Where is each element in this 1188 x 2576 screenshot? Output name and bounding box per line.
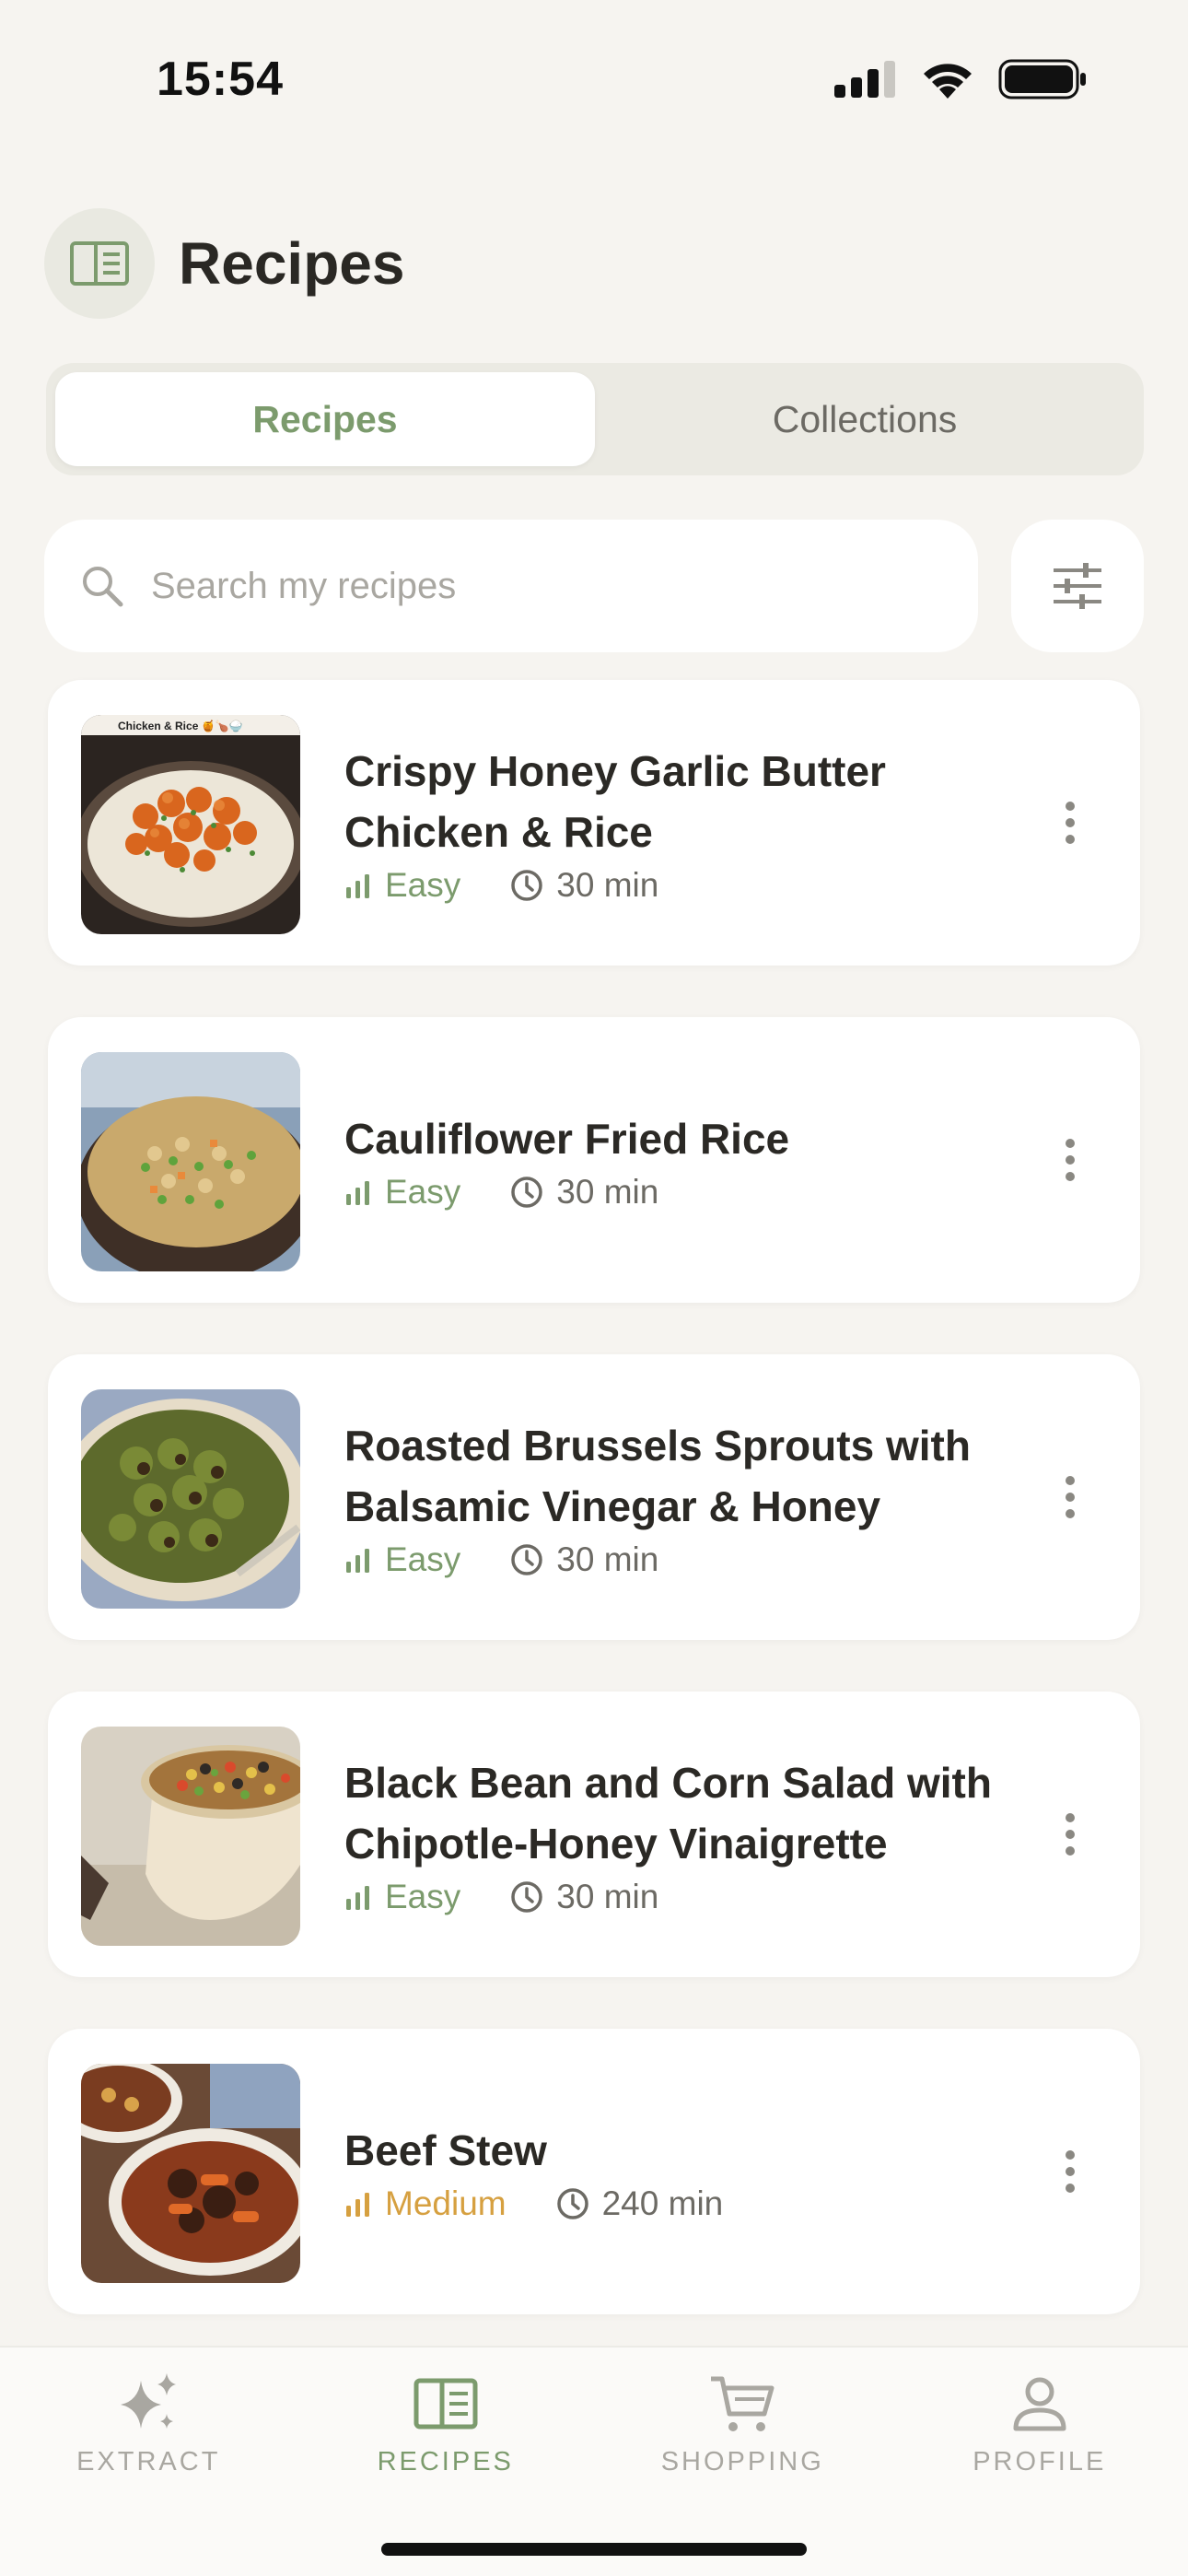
person-icon [1013, 2377, 1066, 2431]
tab-extract[interactable]: EXTRACT [0, 2348, 297, 2576]
difficulty-bars-icon [346, 1549, 369, 1573]
page-title: Recipes [179, 230, 405, 297]
sparkles-icon [121, 2373, 177, 2429]
clock-icon [511, 1177, 543, 1208]
time-label: 30 min [556, 1173, 659, 1211]
cook-time: 30 min [510, 1173, 658, 1212]
recipe-meta: Easy 30 min [344, 1540, 1002, 1579]
recipe-thumbnail: Chicken & Rice 🍯🍗🍚 [81, 715, 300, 934]
book-icon [413, 2378, 478, 2430]
cart-icon [711, 2376, 775, 2431]
difficulty: Easy [344, 866, 460, 905]
recipe-card-body: Beef Stew Medium 240 min [344, 2029, 1002, 2314]
recipes-screen: 15:54 Recipes Recipes Collections Search… [0, 0, 1188, 2576]
recipe-title: Cauliflower Fried Rice [344, 1115, 790, 1163]
recipe-card-body: Cauliflower Fried Rice Easy 30 min [344, 1017, 1002, 1303]
recipe-meta: Easy 30 min [344, 866, 1002, 905]
cook-time: 30 min [510, 866, 658, 905]
difficulty-bars-icon [346, 2193, 369, 2217]
segmented-control: Recipes Collections [46, 363, 1144, 475]
status-bar: 15:54 [0, 0, 1188, 166]
more-options-button[interactable] [1052, 2139, 1089, 2204]
more-vertical-icon [1066, 802, 1075, 844]
recipe-title: Beef Stew [344, 2126, 547, 2174]
recipe-card[interactable]: Cauliflower Fried Rice Easy 30 min [48, 1017, 1140, 1303]
difficulty: Medium [344, 2184, 507, 2223]
search-input[interactable]: Search my recipes [44, 520, 978, 652]
difficulty-label: Medium [385, 2184, 507, 2222]
recipe-card[interactable]: Roasted Brussels Sprouts with Balsamic V… [48, 1354, 1140, 1640]
recipe-card-body: Crispy Honey Garlic Butter Chicken & Ric… [344, 680, 1002, 966]
page-header: Recipes [44, 208, 404, 319]
status-time: 15:54 [157, 53, 284, 106]
recipe-title: Black Bean and Corn Salad with Chipotle-… [344, 1759, 992, 1868]
clock-icon [511, 1544, 543, 1575]
time-label: 30 min [556, 1540, 659, 1578]
recipe-meta: Medium 240 min [344, 2184, 1002, 2223]
difficulty-label: Easy [385, 1540, 461, 1578]
more-options-button[interactable] [1052, 1128, 1089, 1192]
time-label: 240 min [601, 2184, 724, 2222]
difficulty-label: Easy [385, 1878, 461, 1915]
recipe-title: Roasted Brussels Sprouts with Balsamic V… [344, 1422, 971, 1530]
recipe-thumbnail [81, 2064, 300, 2283]
battery-icon [998, 59, 1086, 100]
recipe-list: Chicken & Rice 🍯🍗🍚 Crispy Honey Garlic B… [48, 680, 1140, 2366]
clock-icon [556, 2188, 588, 2219]
sliders-icon [1054, 563, 1101, 609]
time-label: 30 min [556, 1878, 659, 1915]
tab-recipes-nav[interactable]: RECIPES [297, 2348, 595, 2576]
difficulty-bars-icon [346, 1886, 369, 1910]
difficulty-label: Easy [385, 1173, 461, 1211]
filter-button[interactable] [1011, 520, 1144, 652]
recipe-meta: Easy 30 min [344, 1173, 1002, 1212]
tab-profile[interactable]: PROFILE [891, 2348, 1188, 2576]
recipe-thumbnail [81, 1727, 300, 1946]
clock-icon [511, 870, 543, 901]
recipe-title: Crispy Honey Garlic Butter Chicken & Ric… [344, 747, 886, 856]
difficulty: Easy [344, 1173, 460, 1212]
more-options-button[interactable] [1052, 1465, 1089, 1529]
difficulty: Easy [344, 1540, 460, 1579]
difficulty: Easy [344, 1878, 460, 1916]
recipe-card-body: Black Bean and Corn Salad with Chipotle-… [344, 1692, 1002, 1977]
difficulty-bars-icon [346, 874, 369, 898]
cook-time: 30 min [510, 1878, 658, 1916]
book-icon [44, 208, 155, 319]
more-options-button[interactable] [1052, 1802, 1089, 1867]
tab-label: SHOPPING [660, 2447, 824, 2476]
difficulty-label: Easy [385, 866, 461, 904]
more-vertical-icon [1066, 1139, 1075, 1181]
recipe-thumbnail [81, 1389, 300, 1609]
search-icon [83, 567, 123, 607]
tab-bar: EXTRACT RECIPES SHOPPING PROFILE [0, 2346, 1188, 2576]
cook-time: 30 min [510, 1540, 658, 1579]
home-indicator [381, 2543, 807, 2556]
tab-recipes[interactable]: Recipes [55, 372, 595, 466]
more-vertical-icon [1066, 1476, 1075, 1518]
more-vertical-icon [1066, 1813, 1075, 1856]
recipe-meta: Easy 30 min [344, 1878, 1002, 1916]
recipe-card[interactable]: Chicken & Rice 🍯🍗🍚 Crispy Honey Garlic B… [48, 680, 1140, 966]
tab-label: PROFILE [973, 2447, 1107, 2476]
tab-label: RECIPES [377, 2447, 514, 2476]
recipe-card-body: Roasted Brussels Sprouts with Balsamic V… [344, 1354, 1002, 1640]
status-icons [834, 59, 1087, 100]
recipe-card[interactable]: Black Bean and Corn Salad with Chipotle-… [48, 1692, 1140, 1977]
cellular-signal-icon [834, 61, 895, 98]
thumbnail-caption: Chicken & Rice 🍯🍗🍚 [118, 720, 243, 732]
difficulty-bars-icon [346, 1181, 369, 1205]
recipe-card[interactable]: Beef Stew Medium 240 min [48, 2029, 1140, 2314]
tab-collections[interactable]: Collections [595, 372, 1135, 466]
more-vertical-icon [1066, 2150, 1075, 2193]
search-placeholder: Search my recipes [151, 565, 457, 606]
time-label: 30 min [556, 866, 659, 904]
more-options-button[interactable] [1052, 790, 1089, 855]
wifi-icon [924, 64, 972, 99]
cook-time: 240 min [556, 2184, 724, 2223]
tab-label: EXTRACT [76, 2447, 221, 2476]
recipe-thumbnail [81, 1052, 300, 1271]
tab-shopping[interactable]: SHOPPING [594, 2348, 891, 2576]
clock-icon [511, 1881, 543, 1913]
